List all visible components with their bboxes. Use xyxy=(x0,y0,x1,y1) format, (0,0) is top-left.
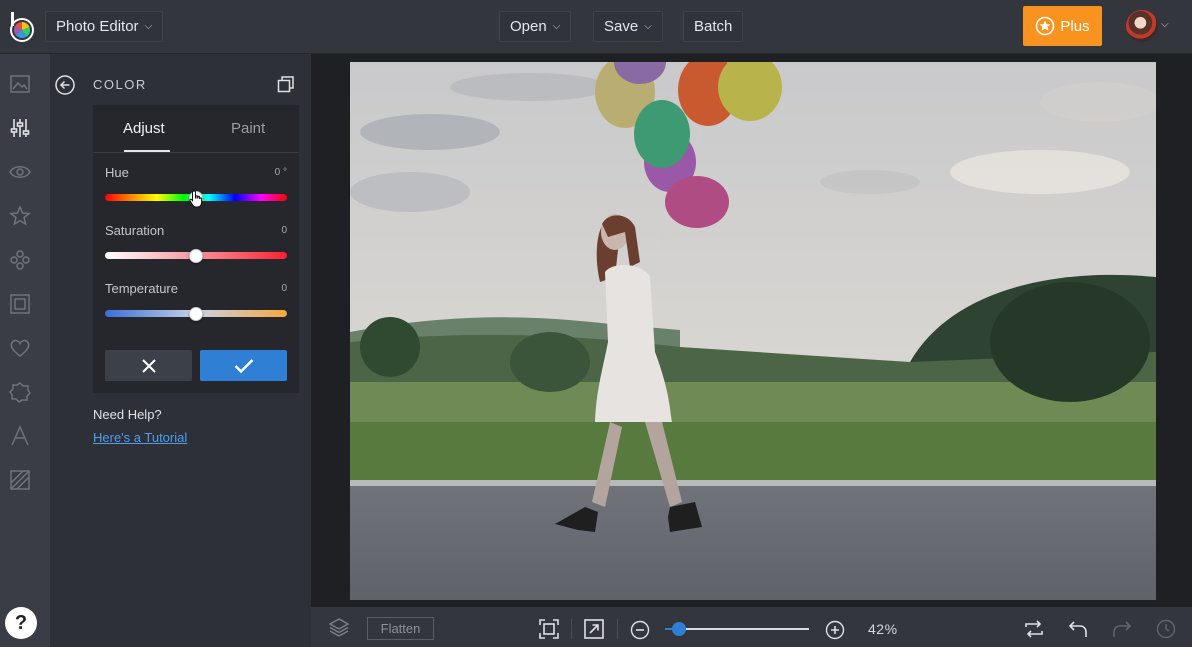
plus-button[interactable]: Plus xyxy=(1023,6,1102,46)
temperature-slider-knob[interactable] xyxy=(189,307,203,321)
batch-button[interactable]: Batch xyxy=(683,11,744,42)
saturation-value: 0 xyxy=(281,225,287,236)
compare-swap-icon[interactable] xyxy=(1024,619,1044,639)
photo-image xyxy=(350,62,1156,600)
redo-icon[interactable] xyxy=(1112,619,1132,639)
befunky-logo[interactable] xyxy=(8,12,36,42)
tab-paint[interactable]: Paint xyxy=(231,120,265,137)
top-bar: Photo Editor ⌵ Open ⌵ Save ⌵ Batch Plus … xyxy=(0,0,1192,54)
save-label: Save xyxy=(604,18,639,35)
texture-icon[interactable] xyxy=(8,380,32,404)
zoom-slider-knob[interactable] xyxy=(672,622,686,636)
toolbar-divider xyxy=(617,619,618,639)
saturation-label: Saturation xyxy=(105,223,165,238)
copy-layers-icon[interactable] xyxy=(277,75,295,93)
saturation-slider-knob[interactable] xyxy=(189,249,203,263)
adjust-card: Adjust Paint Hue 0 ° Saturation 0 Temper… xyxy=(93,105,299,393)
effects-icon[interactable] xyxy=(8,248,32,272)
sliders-icon[interactable] xyxy=(8,116,32,140)
photo-canvas[interactable] xyxy=(350,62,1156,600)
image-icon[interactable] xyxy=(8,72,32,96)
toolbar-divider xyxy=(571,619,572,639)
tool-rail xyxy=(0,54,50,647)
zoom-out-icon[interactable] xyxy=(630,620,650,640)
zoom-in-icon[interactable] xyxy=(825,620,845,640)
layers-icon[interactable] xyxy=(329,617,349,637)
need-help-text: Need Help? xyxy=(93,407,162,422)
hand-cursor-icon xyxy=(189,190,203,208)
chevron-down-icon: ⌵ xyxy=(144,21,153,32)
flatten-button[interactable]: Flatten xyxy=(367,617,434,640)
heart-icon[interactable] xyxy=(8,336,32,360)
zoom-value: 42% xyxy=(868,621,898,637)
open-button[interactable]: Open ⌵ xyxy=(499,11,572,42)
temperature-value: 0 xyxy=(281,283,287,294)
rail-divider xyxy=(50,54,80,647)
mode-label: Photo Editor xyxy=(56,18,139,35)
hue-label: Hue xyxy=(105,165,129,180)
mode-select[interactable]: Photo Editor ⌵ xyxy=(45,11,164,42)
tab-divider xyxy=(93,152,299,153)
frame-icon[interactable] xyxy=(8,292,32,316)
hue-value: 0 ° xyxy=(274,167,287,178)
chevron-down-icon: ⌵ xyxy=(644,21,652,32)
bottom-bar xyxy=(311,607,1192,647)
back-arrow-icon[interactable] xyxy=(55,75,75,95)
save-button[interactable]: Save ⌵ xyxy=(593,11,663,42)
zoom-slider[interactable] xyxy=(665,628,809,630)
undo-icon[interactable] xyxy=(1068,619,1088,639)
pattern-icon[interactable] xyxy=(8,468,32,492)
plus-label: Plus xyxy=(1060,17,1090,35)
tab-adjust[interactable]: Adjust xyxy=(123,120,165,137)
panel-title: COLOR xyxy=(93,77,147,92)
tutorial-link[interactable]: Here's a Tutorial xyxy=(93,430,187,445)
chevron-down-icon: ⌵ xyxy=(552,21,561,32)
star-badge-icon xyxy=(1036,16,1055,36)
cancel-button[interactable] xyxy=(105,350,192,381)
apply-button[interactable] xyxy=(200,350,287,381)
avatar[interactable] xyxy=(1126,10,1158,42)
history-icon[interactable] xyxy=(1156,619,1176,639)
star-icon[interactable] xyxy=(8,204,32,228)
expand-icon[interactable] xyxy=(584,619,604,639)
checkmark-icon xyxy=(234,358,253,373)
fit-screen-icon[interactable] xyxy=(539,619,559,639)
eye-icon[interactable] xyxy=(8,160,32,184)
temperature-label: Temperature xyxy=(105,281,178,296)
help-button[interactable]: ? xyxy=(5,607,37,639)
open-label: Open xyxy=(510,18,547,35)
close-icon xyxy=(141,358,156,373)
text-icon[interactable] xyxy=(8,424,32,448)
batch-label: Batch xyxy=(694,18,733,35)
chevron-down-icon[interactable]: ⌵ xyxy=(1161,19,1169,30)
